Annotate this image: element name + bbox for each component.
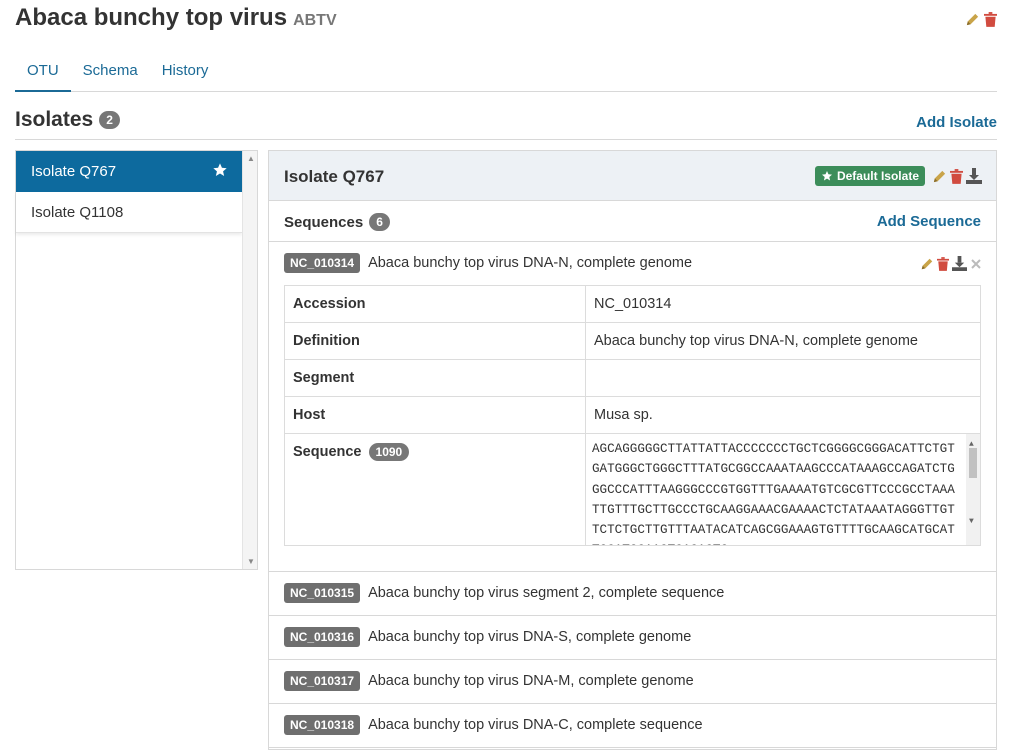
sequence-textarea[interactable]: AGCAGGGGGCTTATTATTACCCCCCCTGCTCGGGGCGGGA… <box>586 434 980 545</box>
sequence-name: Abaca bunchy top virus DNA-C, complete s… <box>368 717 703 733</box>
field-value: Abaca bunchy top virus DNA-N, complete g… <box>585 322 981 360</box>
tab-schema[interactable]: Schema <box>71 52 150 92</box>
add-isolate-button[interactable]: Add Isolate <box>916 114 997 131</box>
sequence-details-table: Accession NC_010314 Definition Abaca bun… <box>284 285 981 546</box>
sequence-item[interactable]: NC_010316 Abaca bunchy top virus DNA-S, … <box>269 616 996 660</box>
field-label: Sequence 1090 <box>284 433 586 546</box>
sequences-header: Sequences 6 Add Sequence <box>269 201 996 242</box>
scroll-up-icon[interactable]: ▲ <box>247 154 255 163</box>
table-row: Sequence 1090 AGCAGGGGGCTTATTATTACCCCCCC… <box>284 433 981 546</box>
table-row: Definition Abaca bunchy top virus DNA-N,… <box>284 322 981 360</box>
isolate-list: Isolate Q767 Isolate Q1108 ▲ ▼ <box>15 150 258 570</box>
isolate-actions: Default Isolate <box>814 166 982 186</box>
sequences-title-label: Sequences <box>284 213 364 231</box>
table-row: Segment <box>284 359 981 397</box>
sequence-item[interactable]: NC_010315 Abaca bunchy top virus segment… <box>269 572 996 616</box>
field-label: Host <box>284 396 586 434</box>
scroll-down-icon[interactable]: ▼ <box>969 512 974 532</box>
isolate-detail-panel: Isolate Q767 Default Isolate Sequences 6… <box>268 150 997 750</box>
star-icon <box>821 171 832 181</box>
accession-badge: NC_010317 <box>284 671 361 691</box>
field-value: NC_010314 <box>585 285 981 323</box>
trash-icon[interactable] <box>984 12 997 27</box>
otu-name: Abaca bunchy top virus <box>15 4 288 31</box>
download-icon[interactable] <box>966 168 982 184</box>
accession-badge: NC_010315 <box>284 583 361 603</box>
isolates-count-badge: 2 <box>99 111 120 129</box>
field-value: Musa sp. <box>585 396 981 434</box>
accession-badge: NC_010316 <box>284 627 361 647</box>
sequence-name: Abaca bunchy top virus DNA-S, complete g… <box>368 629 692 645</box>
sequences-title: Sequences 6 <box>284 213 390 231</box>
scroll-down-icon[interactable]: ▼ <box>247 557 255 566</box>
isolate-item-q767[interactable]: Isolate Q767 <box>16 151 242 192</box>
pencil-icon[interactable] <box>932 169 947 184</box>
sequence-item[interactable]: NC_010317 Abaca bunchy top virus DNA-M, … <box>269 660 996 704</box>
field-label: Segment <box>284 359 586 397</box>
table-row: Accession NC_010314 <box>284 285 981 323</box>
isolates-title: Isolates 2 <box>15 108 120 132</box>
star-icon <box>212 162 228 182</box>
isolate-detail-header: Isolate Q767 Default Isolate <box>269 151 996 201</box>
close-icon[interactable] <box>970 258 982 270</box>
field-value: AGCAGGGGGCTTATTATTACCCCCCCTGCTCGGGGCGGGA… <box>585 433 981 546</box>
sequence-scrollbar[interactable]: ▲ ▼ <box>966 434 980 545</box>
trash-icon[interactable] <box>950 168 963 184</box>
sequence-name: Abaca bunchy top virus segment 2, comple… <box>368 585 725 601</box>
isolates-header: Isolates 2 Add Isolate <box>15 108 997 140</box>
tab-otu[interactable]: OTU <box>15 52 71 92</box>
sequence-length-badge: 1090 <box>368 443 410 461</box>
isolate-item-q1108[interactable]: Isolate Q1108 <box>16 192 242 233</box>
download-icon[interactable] <box>952 256 967 271</box>
pencil-icon[interactable] <box>965 12 980 27</box>
field-label: Accession <box>284 285 586 323</box>
sequence-item-header[interactable]: NC_010314 Abaca bunchy top virus DNA-N, … <box>284 253 692 273</box>
trash-icon[interactable] <box>937 256 949 271</box>
accession-badge: NC_010318 <box>284 715 361 735</box>
isolate-item-label: Isolate Q1108 <box>31 204 124 221</box>
pencil-icon[interactable] <box>920 257 934 271</box>
otu-abbreviation: ABTV <box>293 12 337 29</box>
accession-badge: NC_010314 <box>284 253 361 273</box>
otu-actions <box>965 12 997 27</box>
otu-tabs: OTU Schema History <box>15 52 997 92</box>
sequence-item-expanded: NC_010314 Abaca bunchy top virus DNA-N, … <box>269 242 996 572</box>
sequences-count-badge: 6 <box>369 213 390 231</box>
tab-history[interactable]: History <box>150 52 221 92</box>
page-title: Abaca bunchy top virus ABTV <box>15 4 337 32</box>
sequence-item[interactable]: NC_010318 Abaca bunchy top virus DNA-C, … <box>269 704 996 748</box>
sequence-text: AGCAGGGGGCTTATTATTACCCCCCCTGCTCGGGGCGGGA… <box>592 442 955 545</box>
sequence-label: Sequence <box>293 444 362 460</box>
table-row: Host Musa sp. <box>284 396 981 434</box>
sequence-name: Abaca bunchy top virus DNA-M, complete g… <box>368 673 694 689</box>
default-isolate-badge: Default Isolate <box>814 166 925 186</box>
add-sequence-button[interactable]: Add Sequence <box>877 213 981 230</box>
default-isolate-label: Default Isolate <box>836 169 919 183</box>
field-value <box>585 359 981 397</box>
sequence-actions <box>920 256 982 271</box>
isolate-detail-title: Isolate Q767 <box>284 167 385 186</box>
field-label: Definition <box>284 322 586 360</box>
scroll-thumb[interactable] <box>969 448 977 478</box>
isolate-list-scrollbar[interactable]: ▲ ▼ <box>242 151 257 569</box>
isolates-title-label: Isolates <box>15 108 94 131</box>
sequence-name: Abaca bunchy top virus DNA-N, complete g… <box>368 255 693 271</box>
isolate-item-label: Isolate Q767 <box>31 163 117 180</box>
